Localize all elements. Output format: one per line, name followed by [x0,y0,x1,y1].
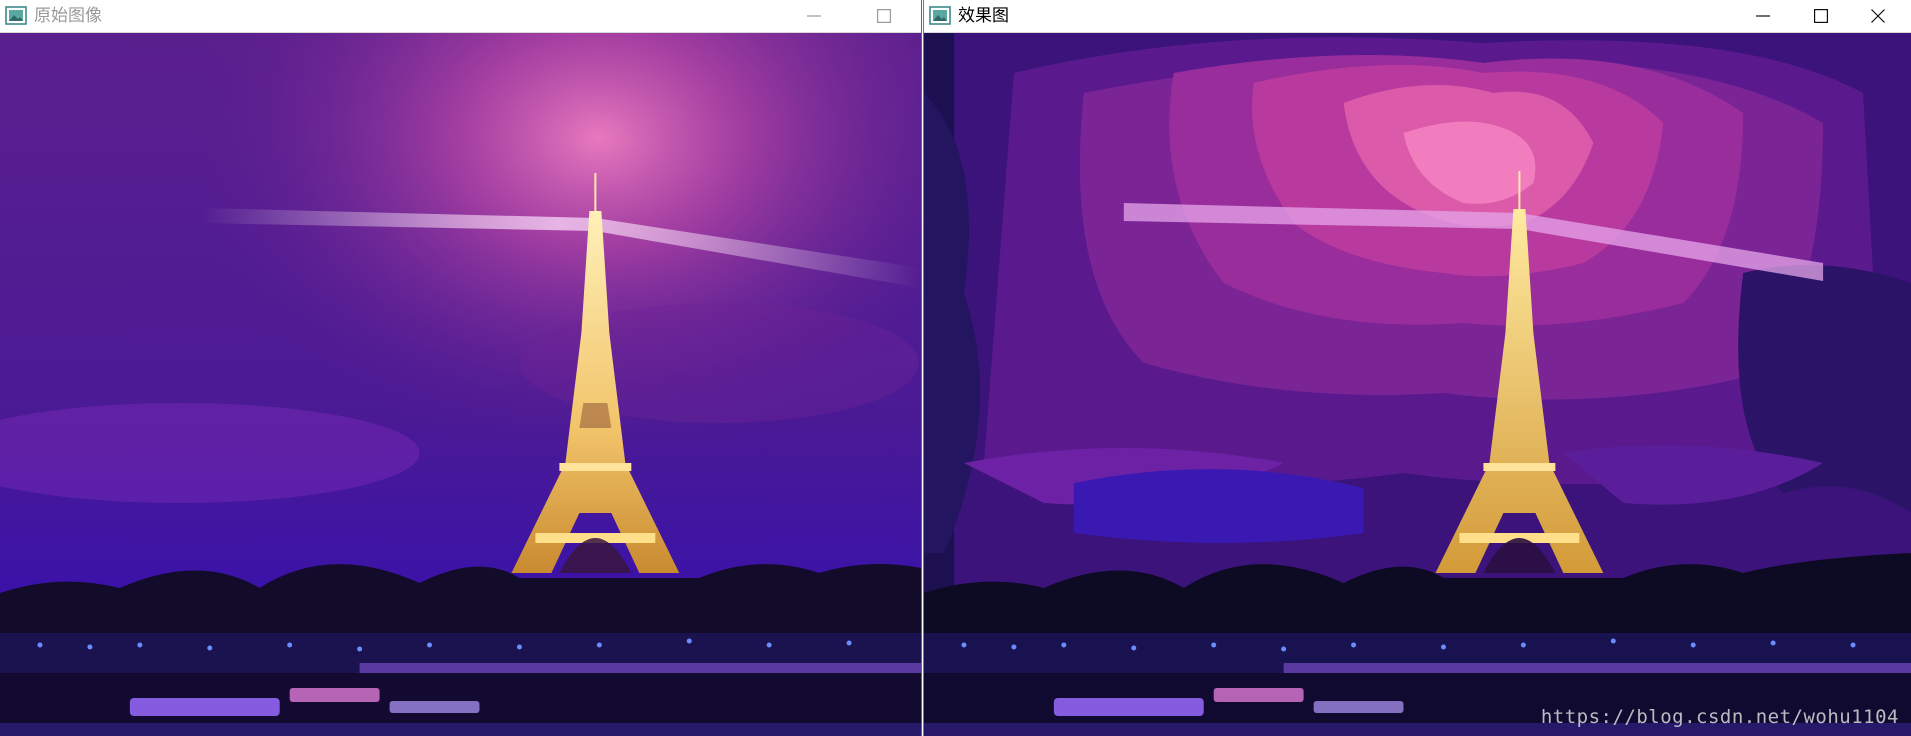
maximize-icon [877,9,891,23]
original-image-window[interactable]: 原始图像 [0,0,922,736]
window-title: 原始图像 [34,6,102,26]
minimize-icon [1756,15,1770,17]
maximize-icon [1814,9,1828,23]
minimize-button[interactable] [1735,0,1791,32]
minimize-button[interactable] [786,0,842,32]
maximize-button[interactable] [856,0,912,32]
maximize-button[interactable] [1793,0,1849,32]
eiffel-tower-posterized-photo [924,33,1911,736]
image-window-icon [929,6,951,25]
image-window-icon [5,6,27,25]
window-title: 效果图 [958,6,1009,26]
effect-image-window[interactable]: 效果图 https://blog.csdn.net/wohu1104 [923,0,1911,736]
close-button[interactable] [1850,0,1906,32]
minimize-icon [807,15,821,17]
close-icon [1871,9,1885,23]
titlebar[interactable]: 效果图 [924,0,1911,33]
watermark: https://blog.csdn.net/wohu1104 [1540,706,1899,728]
original-image-canvas [0,33,921,736]
effect-image-canvas: https://blog.csdn.net/wohu1104 [924,33,1911,736]
eiffel-tower-night-photo [0,33,921,736]
titlebar[interactable]: 原始图像 [0,0,921,33]
